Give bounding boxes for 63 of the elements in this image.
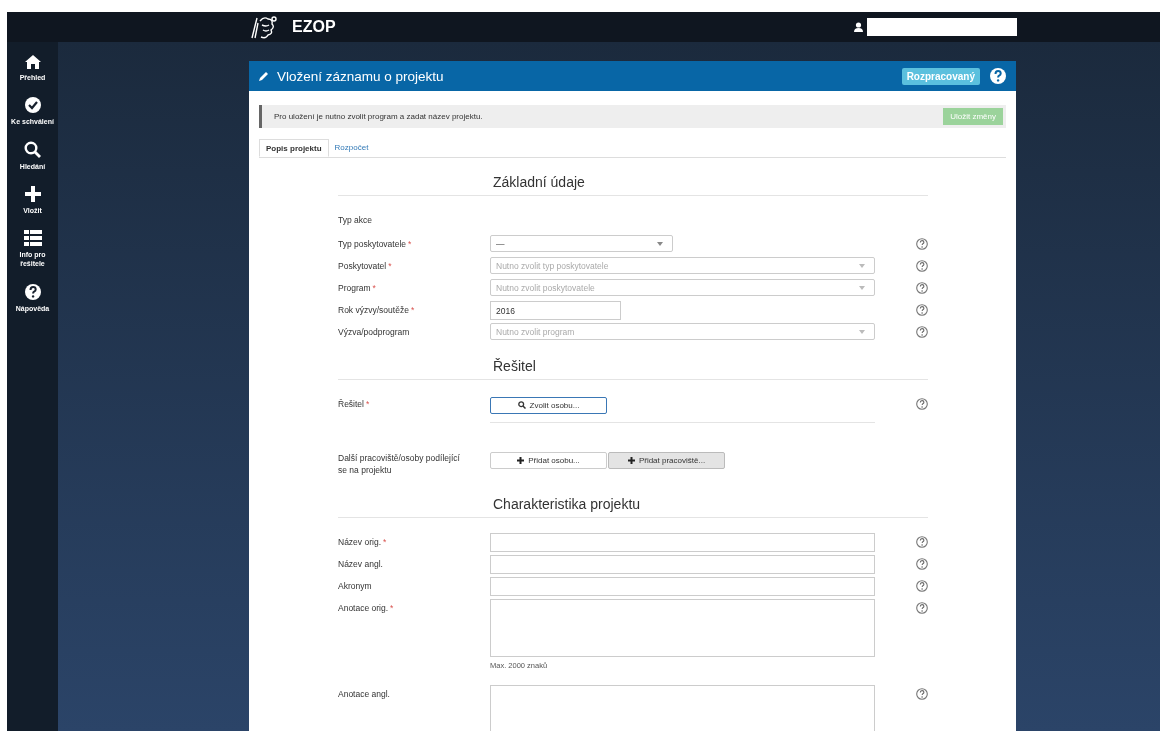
help-icon[interactable] xyxy=(916,304,928,316)
required-mark: * xyxy=(366,399,370,409)
section-heading: Charakteristika projektu xyxy=(338,496,928,519)
section-heading: Řešitel xyxy=(338,358,928,380)
status-label: Rozpracovaný xyxy=(901,67,980,85)
help-icon[interactable] xyxy=(990,68,1006,84)
field-label: Program xyxy=(338,283,371,293)
required-mark: * xyxy=(372,283,376,293)
required-mark: * xyxy=(383,537,387,548)
choose-person-button[interactable]: Zvolit osobu... xyxy=(490,396,607,414)
help-icon[interactable] xyxy=(916,688,928,701)
help-icon[interactable] xyxy=(916,238,928,250)
caret-icon xyxy=(859,329,865,334)
pencil-icon xyxy=(259,71,269,81)
search-icon xyxy=(24,141,41,159)
required-mark: * xyxy=(410,305,415,315)
help-icon[interactable] xyxy=(916,602,928,615)
field-label: Anotace angl. xyxy=(338,689,390,700)
plus-icon xyxy=(24,186,41,203)
input-field[interactable] xyxy=(490,577,875,597)
user-icon xyxy=(854,22,863,32)
field-label: Výzva/podprogram xyxy=(338,327,410,337)
plus-icon xyxy=(517,456,525,464)
input-field[interactable] xyxy=(490,555,875,575)
field-label: Akronym xyxy=(338,581,372,592)
caret-icon xyxy=(657,241,663,246)
input-field[interactable]: 2016 xyxy=(490,301,621,320)
input-field[interactable] xyxy=(490,533,875,553)
field-label: Poskytovatel xyxy=(338,261,387,271)
check-icon xyxy=(24,97,41,114)
caret-icon xyxy=(859,285,865,290)
lion-logo xyxy=(250,15,278,39)
required-mark: * xyxy=(408,239,412,249)
field-label: Typ akce xyxy=(338,215,373,225)
home-icon xyxy=(24,54,41,69)
app-name: EZOP xyxy=(292,18,336,36)
help-icon[interactable] xyxy=(916,580,928,593)
panel-title: Vložení záznamu o projektu xyxy=(277,68,445,84)
tab[interactable]: Popis projektu xyxy=(259,139,329,157)
section-heading: Základní údaje xyxy=(338,174,928,196)
help-icon[interactable] xyxy=(916,398,928,410)
caret-icon xyxy=(859,263,865,268)
field-label: Anotace orig. xyxy=(338,603,389,614)
tab[interactable]: Rozpočet xyxy=(328,139,375,157)
field-label: Název orig. xyxy=(338,537,381,548)
field-label: Název angl. xyxy=(338,559,383,570)
field-label: Další pracoviště/osoby podílející se na projektu xyxy=(338,452,460,475)
select-field[interactable]: — xyxy=(490,235,673,252)
add-button[interactable]: Přidat pracoviště... xyxy=(608,451,725,469)
list-icon xyxy=(23,230,42,247)
add-button[interactable]: Přidat osobu... xyxy=(490,451,607,469)
help-icon[interactable] xyxy=(916,536,928,549)
required-mark: * xyxy=(388,261,392,271)
field-label: Typ poskytovatele xyxy=(338,239,407,249)
search-icon xyxy=(517,401,526,409)
plus-icon xyxy=(627,456,635,464)
help-icon[interactable] xyxy=(916,558,928,571)
field-label: Rok výzvy/soutěže xyxy=(338,305,409,315)
user-field[interactable] xyxy=(867,18,1017,36)
required-mark: * xyxy=(390,603,394,614)
help-icon xyxy=(24,283,41,300)
field-label: Řešitel xyxy=(338,399,364,409)
alert-text: Pro uložení je nutno zvolit program a zadat název projektu. xyxy=(274,112,483,121)
